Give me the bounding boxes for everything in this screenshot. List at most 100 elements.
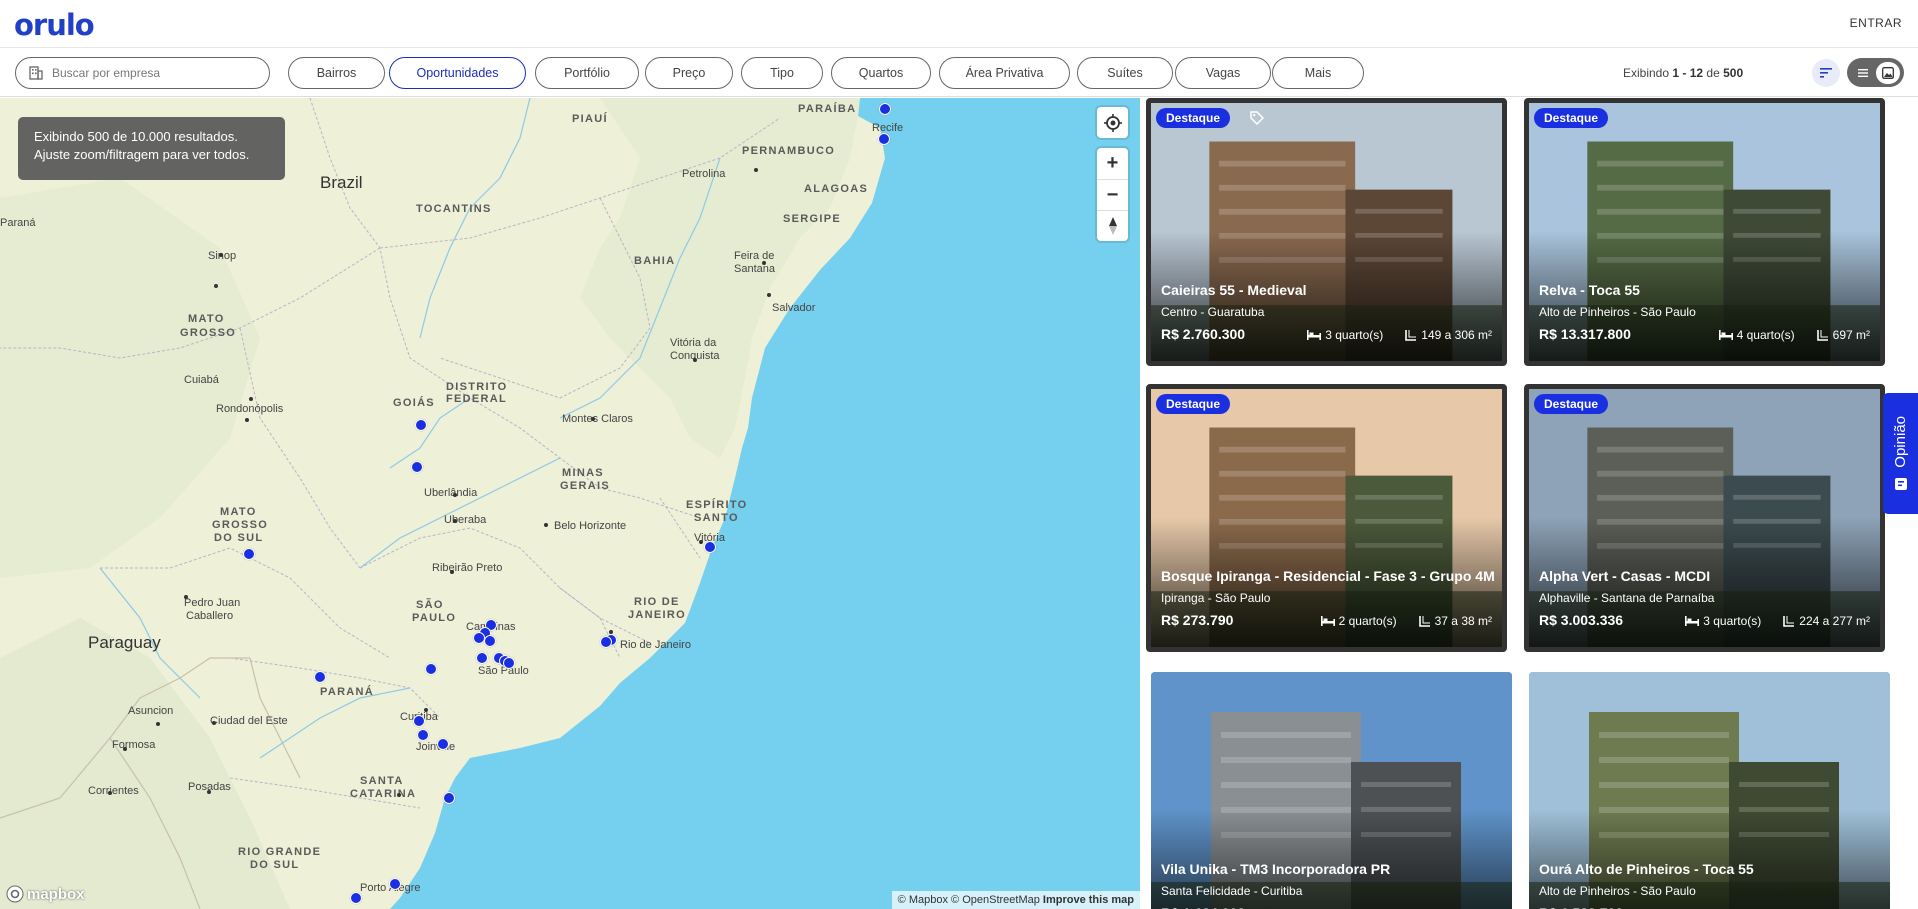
listing-card[interactable]: Destaque Caieiras 55 - Medieval Centro - G… [1146, 98, 1507, 366]
map-panel[interactable]: Brazil Paraguay PIAUÍ PARAÍBA PERNAMBUCO ALAG… [0, 98, 1140, 909]
listing-card[interactable]: Ourá Alto de Pinheiros - Toca 55 Alto de … [1529, 672, 1890, 909]
listing-map-marker[interactable] [704, 541, 716, 553]
area-icon [1783, 616, 1795, 627]
listing-map-marker[interactable] [484, 635, 496, 647]
listing-card[interactable]: Vila Unika - TM3 Incorporadora PR Santa F… [1151, 672, 1512, 909]
listing-area: 149 a 306 m² [1421, 328, 1492, 342]
listing-title[interactable]: Caieiras 55 - Medieval [1161, 282, 1307, 298]
map-label-recife: Recife [872, 122, 904, 134]
map-label-minas-1: MINAS [562, 467, 604, 479]
listing-map-marker[interactable] [503, 657, 515, 669]
listing-rooms: 2 quarto(s) [1338, 614, 1397, 628]
city-marker [249, 397, 253, 401]
feedback-tab[interactable]: Opinião [1883, 393, 1918, 514]
listing-area: 697 m² [1832, 328, 1870, 342]
listing-title[interactable]: Ourá Alto de Pinheiros - Toca 55 [1539, 861, 1754, 877]
filter-pill-6[interactable]: Área Privativa [939, 57, 1070, 89]
compass-icon [1108, 217, 1117, 235]
city-marker [450, 570, 454, 574]
filter-pill-1[interactable]: Oportunidades [389, 57, 526, 89]
sort-button[interactable] [1812, 59, 1840, 87]
zoom-control: + − [1097, 148, 1128, 241]
listing-map-marker[interactable] [415, 419, 427, 431]
featured-badge: Destaque [1534, 108, 1609, 128]
gallery-view-button[interactable] [1876, 61, 1900, 84]
city-marker [108, 791, 112, 795]
listing-map-marker[interactable] [314, 671, 326, 683]
listing-map-marker[interactable] [425, 663, 437, 675]
listing-map-marker[interactable] [413, 715, 425, 727]
improve-map-link[interactable]: Improve this map [1043, 894, 1134, 906]
listing-map-marker[interactable] [389, 878, 401, 890]
city-marker [544, 523, 548, 527]
listing-price: R$ 13.317.800 [1539, 326, 1631, 342]
listing-title[interactable]: Bosque Ipiranga - Residencial - Fase 3 -… [1161, 568, 1495, 584]
listing-location: Alto de Pinheiros - São Paulo [1539, 305, 1696, 319]
sort-icon [1820, 68, 1832, 78]
filter-pill-0[interactable]: Bairros [288, 57, 385, 89]
listing-map-marker[interactable] [476, 652, 488, 664]
filter-pill-8[interactable]: Vagas [1175, 57, 1271, 89]
city-marker [424, 708, 428, 712]
city-marker [184, 595, 188, 599]
mapbox-logo[interactable]: mapbox [6, 885, 85, 903]
city-marker [693, 358, 697, 362]
map-label-paraiba: PARAÍBA [798, 103, 857, 115]
listing-map-marker[interactable] [350, 892, 362, 904]
login-link[interactable]: ENTRAR [1850, 16, 1902, 30]
filter-pill-9[interactable]: Mais [1272, 57, 1364, 89]
filter-pill-4[interactable]: Tipo [741, 57, 823, 89]
listing-price: R$ 6.588.700 [1539, 905, 1623, 909]
company-search-field[interactable]: Buscar por empresa [15, 57, 270, 89]
map-label-piaui: PIAUÍ [572, 113, 608, 125]
filter-bar: Buscar por empresa Bairros Oportunidades P… [0, 49, 1918, 97]
geolocate-button[interactable] [1097, 107, 1128, 138]
filter-pill-3[interactable]: Preço [645, 57, 733, 89]
listing-map-marker[interactable] [600, 636, 612, 648]
city-marker [123, 747, 127, 751]
filter-pill-5[interactable]: Quartos [831, 57, 931, 89]
geolocate-control[interactable] [1097, 107, 1128, 138]
listing-map-marker[interactable] [437, 738, 449, 750]
city-marker [212, 721, 216, 725]
listing-info: 2 quarto(s) 37 a 38 m² [1320, 614, 1492, 628]
map-label-mato-grosso-2: GROSSO [180, 327, 237, 339]
listing-price: R$ 1.634.902 [1161, 905, 1245, 909]
map-label-corrientes: Corrientes [88, 785, 139, 797]
map-label-rs-2: DO SUL [250, 859, 300, 871]
listing-map-marker[interactable] [443, 792, 455, 804]
map-label-asuncion: Asuncion [128, 705, 174, 717]
zoom-out-button[interactable]: − [1097, 179, 1128, 210]
listing-map-marker[interactable] [878, 133, 890, 145]
listing-map-marker[interactable] [879, 103, 891, 115]
view-toggle[interactable] [1847, 58, 1904, 87]
list-view-button[interactable] [1851, 62, 1875, 84]
map-label-goias: GOIÁS [393, 397, 435, 409]
listing-location: Alphaville - Santana de Parnaíba [1539, 591, 1715, 605]
compass-button[interactable] [1097, 210, 1128, 241]
osm-attribution-link[interactable]: © OpenStreetMap [951, 894, 1040, 906]
area-icon [1418, 616, 1430, 627]
map-label-vitoria-conq-1: Vitória da [670, 337, 717, 349]
listing-title[interactable]: Vila Unika - TM3 Incorporadora PR [1161, 861, 1390, 877]
orulo-logo[interactable]: orulo [14, 8, 95, 42]
mapbox-attribution-link[interactable]: © Mapbox [898, 894, 948, 906]
city-marker [754, 168, 758, 172]
zoom-in-button[interactable]: + [1097, 148, 1128, 179]
listing-card[interactable]: Destaque Alpha Vert - Casas - MCDI Alphavi… [1524, 384, 1885, 652]
feedback-icon [1894, 478, 1907, 491]
bed-icon [1718, 330, 1733, 340]
building-icon [29, 66, 43, 80]
listing-map-marker[interactable] [411, 461, 423, 473]
listing-map-marker[interactable] [417, 729, 429, 741]
price-tag-icon[interactable] [1247, 108, 1267, 128]
listing-map-marker[interactable] [243, 548, 255, 560]
filter-pill-7[interactable]: Suítes [1077, 57, 1173, 89]
listing-card[interactable]: Destaque Relva - Toca 55 Alto de Pinheiros… [1524, 98, 1885, 366]
listing-card[interactable]: Destaque Bosque Ipiranga - Residencial - … [1146, 384, 1507, 652]
filter-pill-2[interactable]: Portfólio [535, 57, 639, 89]
map-label-ms-3: DO SUL [214, 532, 264, 544]
listing-title[interactable]: Alpha Vert - Casas - MCDI [1539, 568, 1710, 584]
map-label-minas-2: GERAIS [560, 480, 610, 492]
listing-title[interactable]: Relva - Toca 55 [1539, 282, 1640, 298]
